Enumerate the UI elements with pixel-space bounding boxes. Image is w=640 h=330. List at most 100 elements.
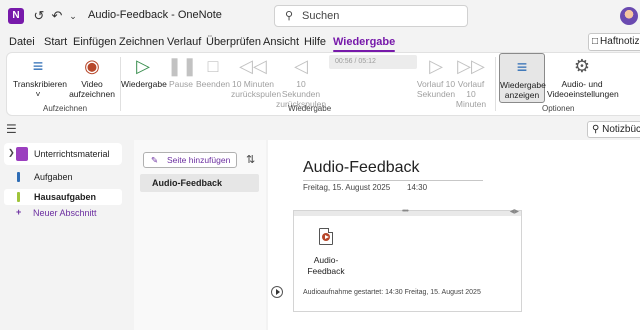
group-label-record: Aufzeichnen: [43, 104, 88, 113]
section-item-hausaufgaben[interactable]: Hausaufgaben: [4, 189, 122, 205]
navigation-row: ☰ ⚲ Notizbüch: [0, 120, 640, 140]
audio-file-icon[interactable]: [319, 228, 333, 245]
settings-gear-icon: ⚙: [573, 56, 591, 76]
audio-file-label[interactable]: Audio-Feedback: [300, 255, 352, 277]
search-box[interactable]: ⚲ Suchen: [274, 5, 468, 27]
tab-ueberpruefen[interactable]: Überprüfen: [206, 36, 261, 48]
rewind-fast-icon: ◁◁: [239, 56, 267, 76]
playback-label: Wiedergabe: [121, 79, 167, 89]
pause-icon: ❚❚: [167, 56, 198, 76]
ribbon: ≡ Transkribieren ˅ ◉ Video aufzeichnen Au…: [6, 52, 640, 116]
audio-video-settings-label: Audio- und Videoeinstellungen: [547, 79, 619, 99]
add-page-icon: ✎: [151, 155, 159, 165]
tab-wiedergabe[interactable]: Wiedergabe: [333, 36, 396, 52]
recording-started-text: Audioaufnahme gestartet: 14:30 Freitag, …: [303, 289, 481, 296]
video-record-label: Video aufzeichnen: [69, 79, 115, 99]
avatar[interactable]: [620, 7, 638, 25]
add-page-button[interactable]: ✎ Seite hinzufügen: [143, 152, 237, 168]
forward-10-minutes-label: Vorlauf 10 Minuten: [455, 79, 487, 109]
forward-10-seconds-button[interactable]: ▷ Vorlauf 10 Sekunden: [415, 53, 457, 99]
notebooks-button[interactable]: ⚲ Notizbüch: [587, 121, 640, 138]
notebook-selector[interactable]: ❯ Unterrichtsmaterial: [4, 143, 122, 165]
haftnotizen-label: Haftnotize: [600, 36, 640, 47]
section-label: Aufgaben: [34, 172, 73, 182]
playback-time-display: 00:56 / 05:12: [329, 55, 417, 69]
expand-arrow-icon[interactable]: ◀▶: [510, 208, 519, 215]
forward-icon: ▷: [429, 56, 443, 76]
video-record-icon: ◉: [84, 56, 100, 76]
see-playback-icon: ≡: [516, 57, 528, 77]
search-icon: ⚲: [592, 124, 600, 135]
haftnotizen-button[interactable]: □Haftnotize: [588, 33, 640, 51]
container-drag-handle[interactable]: •••• ◀▶: [294, 208, 521, 216]
page-time: 14:30: [407, 183, 428, 192]
rewind-10-minutes-label: 10 Minuten zurückspulen: [231, 79, 282, 99]
section-color-tab: [17, 192, 20, 202]
add-page-label: Seite hinzufügen: [167, 155, 231, 165]
group-label-playback: Wiedergabe: [288, 104, 332, 113]
notebook-icon: [16, 147, 28, 161]
search-icon: ⚲: [285, 10, 294, 22]
audio-video-settings-button[interactable]: ⚙ Audio- und Videoeinstellungen: [547, 53, 619, 99]
dropdown-chevron-icon: ˅: [35, 89, 41, 99]
notebook-name: Unterrichtsmaterial: [34, 149, 110, 159]
sections-pane: ❯ Unterrichtsmaterial Aufgaben Hausaufga…: [0, 140, 134, 330]
note-container[interactable]: •••• ◀▶ Audio-Feedback Audioaufnahme ges…: [293, 208, 522, 312]
onenote-logo-icon[interactable]: N: [8, 8, 24, 24]
back-arrow-circle-icon[interactable]: ↺: [30, 7, 48, 25]
tab-verlauf[interactable]: Verlauf: [167, 36, 201, 48]
page-label: Audio-Feedback: [152, 178, 223, 188]
page-title[interactable]: Audio-Feedback: [303, 159, 420, 177]
page-canvas[interactable]: Audio-Feedback Freitag, 15. August 2025 …: [268, 140, 640, 330]
tab-zeichnen[interactable]: Zeichnen: [119, 36, 164, 48]
rewind-10-minutes-button[interactable]: ◁◁ 10 Minuten zurückspulen: [231, 53, 281, 99]
forward-10-seconds-label: Vorlauf 10 Sekunden: [416, 79, 456, 99]
page-item-audio-feedback[interactable]: Audio-Feedback: [140, 174, 259, 192]
tab-ansicht[interactable]: Ansicht: [263, 36, 299, 48]
title-underline: [303, 180, 483, 181]
search-placeholder: Suchen: [302, 10, 340, 22]
forward-fast-icon: ▷▷: [457, 56, 485, 76]
rewind-icon: ◁: [294, 56, 308, 76]
section-color-tab: [17, 172, 20, 182]
audio-play-badge: [322, 233, 330, 241]
chevron-down-icon[interactable]: ⌄: [64, 7, 82, 25]
tab-datei[interactable]: Datei: [9, 36, 35, 48]
transcribe-button[interactable]: ≡ Transkribieren ˅: [13, 53, 67, 99]
window-title: Audio-Feedback - OneNote: [88, 9, 222, 21]
grip-dots-icon: ••••: [402, 208, 409, 215]
video-record-button[interactable]: ◉ Video aufzeichnen: [67, 53, 117, 99]
tab-hilfe[interactable]: Hilfe: [304, 36, 326, 48]
sticky-note-icon: □: [592, 36, 599, 47]
page-date: Freitag, 15. August 2025: [303, 183, 391, 192]
transcribe-icon: ≡: [32, 56, 44, 76]
play-circle-icon[interactable]: [271, 286, 283, 298]
pause-button[interactable]: ❚❚ Pause: [167, 53, 198, 89]
chevron-right-icon: ❯: [8, 148, 15, 157]
rewind-10-seconds-button[interactable]: ◁ 10 Sekunden zurückspulen: [276, 53, 326, 109]
group-label-options: Optionen: [542, 104, 575, 113]
onenote-window: N ↺ ↶ ⌄ Audio-Feedback - OneNote ⚲ Suche…: [0, 0, 640, 330]
title-bar: N ↺ ↶ ⌄ Audio-Feedback - OneNote ⚲ Suche…: [0, 0, 640, 32]
stop-button[interactable]: □ Beenden: [196, 53, 230, 89]
pages-pane: ✎ Seite hinzufügen ⇅ Audio-Feedback: [134, 140, 266, 330]
see-playback-button[interactable]: ≡ Wiedergabe anzeigen: [499, 53, 546, 103]
plus-icon: +: [16, 207, 22, 217]
notebooks-label: Notizbüch: [602, 124, 640, 135]
stop-icon: □: [207, 56, 219, 76]
hamburger-menu-icon[interactable]: ☰: [6, 122, 17, 136]
pause-label: Pause: [168, 79, 194, 89]
group-divider: [495, 57, 496, 111]
stop-label: Beenden: [196, 79, 231, 89]
transcribe-label: Transkribieren: [13, 79, 68, 89]
section-item-aufgaben[interactable]: Aufgaben: [4, 169, 122, 185]
sort-icon[interactable]: ⇅: [246, 153, 255, 166]
add-section-button[interactable]: + Neuer Abschnitt: [4, 207, 122, 221]
tab-start[interactable]: Start: [44, 36, 67, 48]
tab-einfuegen[interactable]: Einfügen: [73, 36, 116, 48]
see-playback-label: Wiedergabe anzeigen: [500, 80, 546, 100]
add-section-label: Neuer Abschnitt: [33, 208, 97, 218]
playback-button[interactable]: ▷ Wiedergabe: [121, 53, 167, 89]
play-icon: ▷: [136, 56, 150, 76]
forward-10-minutes-button[interactable]: ▷▷ Vorlauf 10 Minuten: [453, 53, 489, 109]
